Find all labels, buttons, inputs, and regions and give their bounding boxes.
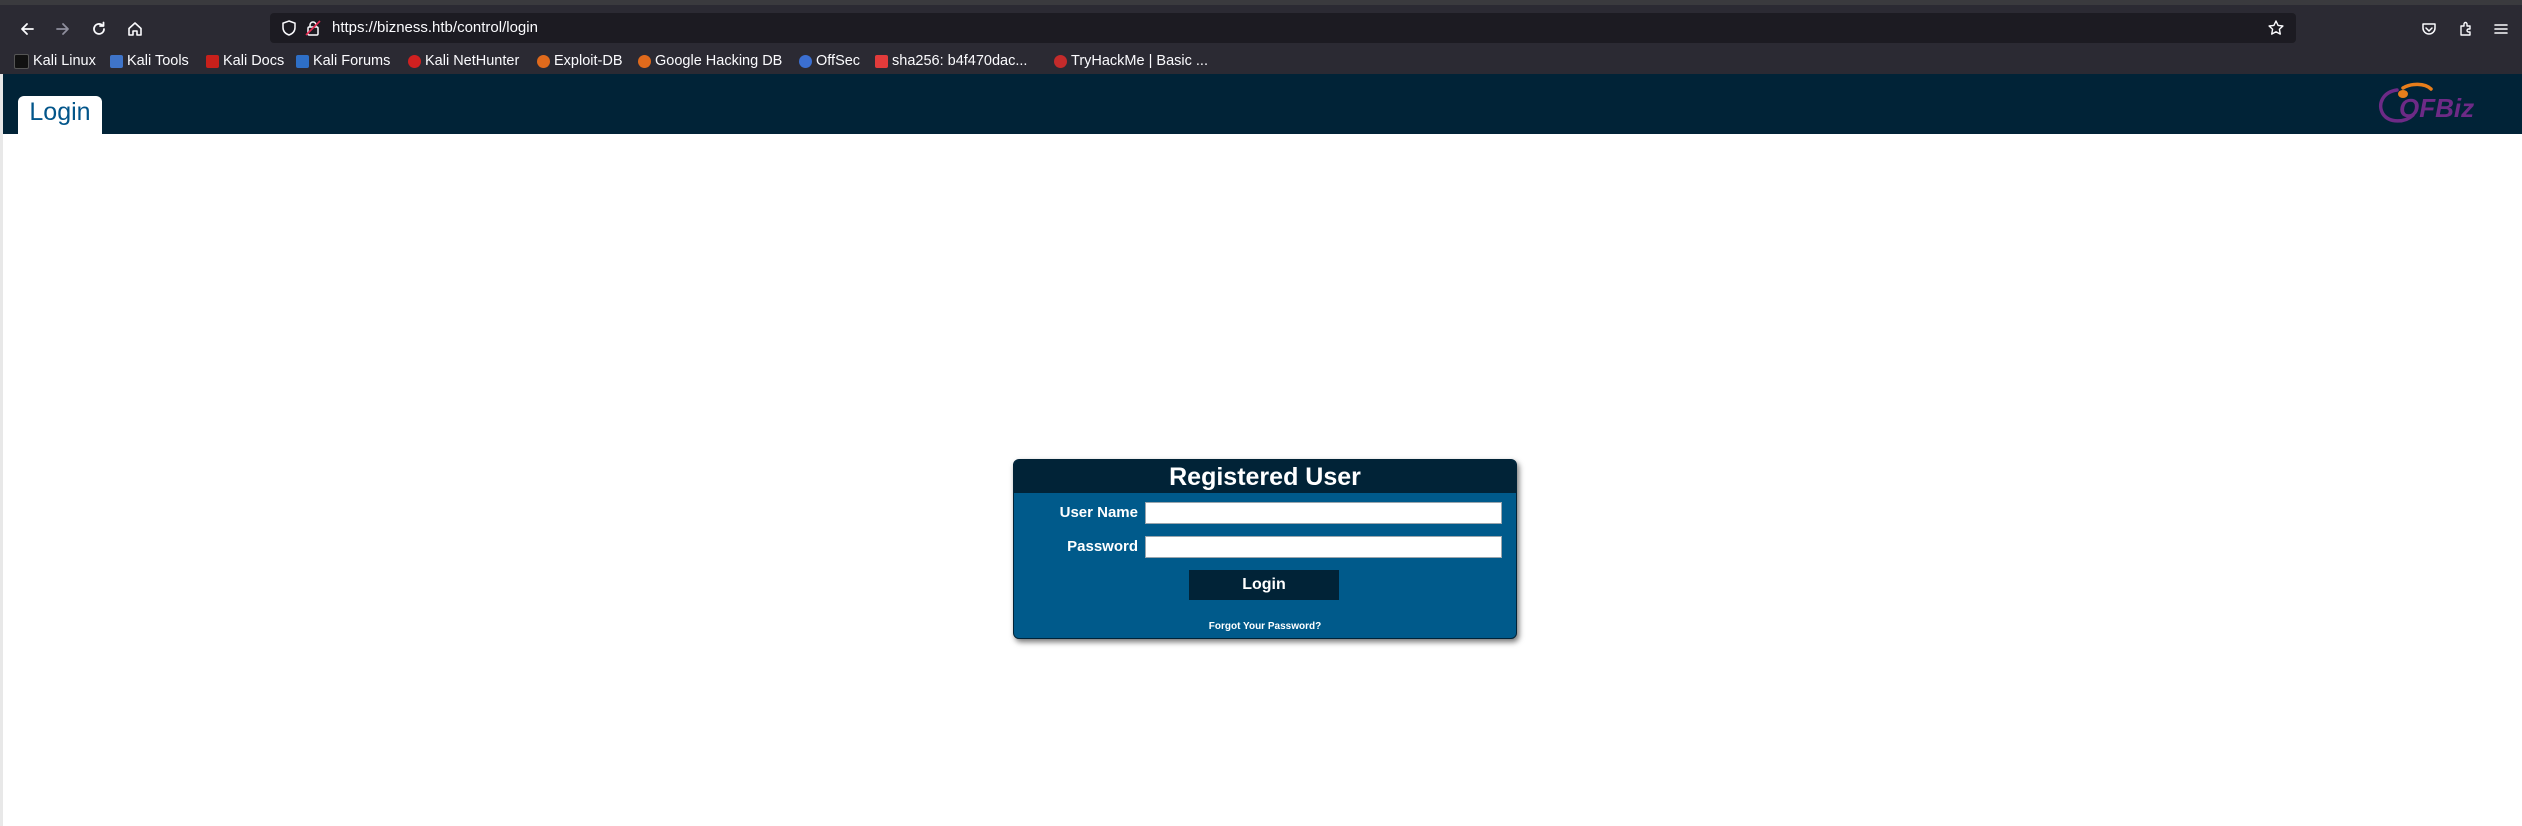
bookmark-kali-linux[interactable]: Kali Linux: [14, 48, 96, 74]
login-title: Registered User: [1169, 463, 1361, 491]
url-bar[interactable]: https://bizness.htb/control/login: [270, 13, 2296, 43]
bookmark-google-hacking-db[interactable]: Google Hacking DB: [638, 48, 782, 74]
bookmark-label: sha256: b4f470dac...: [892, 53, 1028, 69]
password-input[interactable]: [1145, 536, 1502, 558]
tab-login-label: Login: [29, 98, 91, 126]
reload-icon[interactable]: [84, 15, 114, 43]
kali-forums-icon: [296, 54, 309, 68]
nethunter-icon: [408, 54, 421, 68]
exploit-db-icon: [537, 54, 550, 68]
tracking-protection-icon[interactable]: [280, 19, 298, 37]
bookmark-label: Google Hacking DB: [655, 53, 783, 69]
sha256-icon: [875, 54, 888, 68]
forward-arrow-icon[interactable]: [48, 15, 78, 43]
username-label: User Name: [1059, 504, 1138, 521]
ghdb-icon: [638, 54, 651, 68]
bookmark-kali-nethunter[interactable]: Kali NetHunter: [408, 48, 519, 74]
bookmark-label: Kali Tools: [127, 53, 189, 69]
url-text[interactable]: https://bizness.htb/control/login: [332, 13, 538, 43]
bookmark-label: Kali Forums: [313, 53, 391, 69]
back-arrow-icon[interactable]: [12, 15, 42, 43]
login-box: Registered User User Name Password Login…: [1013, 459, 1517, 639]
kali-docs-icon: [206, 54, 219, 68]
bookmark-label: Exploit-DB: [554, 53, 623, 69]
bookmark-sha256[interactable]: sha256: b4f470dac...: [875, 48, 1027, 74]
pocket-icon[interactable]: [2414, 15, 2444, 43]
browser-toolbar: https://bizness.htb/control/login: [0, 5, 2522, 48]
bookmark-star-icon[interactable]: [2267, 19, 2285, 37]
bookmark-label: Kali Docs: [223, 53, 285, 69]
logo-text: OFBiz: [2399, 93, 2474, 123]
bookmark-offsec[interactable]: OffSec: [799, 48, 860, 74]
app-header: Login OFBiz: [3, 74, 2522, 134]
kali-icon: [14, 53, 29, 69]
login-button[interactable]: Login: [1189, 570, 1339, 600]
page-left-edge: [0, 74, 3, 826]
home-icon[interactable]: [120, 15, 150, 43]
forgot-password-link[interactable]: Forgot Your Password?: [1014, 621, 1516, 632]
password-label: Password: [1067, 538, 1138, 555]
bookmark-exploit-db[interactable]: Exploit-DB: [537, 48, 623, 74]
tab-login[interactable]: Login: [18, 96, 102, 134]
bookmark-label: TryHackMe | Basic ...: [1071, 53, 1208, 69]
ofbiz-logo: OFBiz: [2378, 82, 2474, 123]
username-input[interactable]: [1145, 502, 1502, 524]
bookmark-kali-tools[interactable]: Kali Tools: [110, 48, 189, 74]
bookmark-label: OffSec: [816, 53, 861, 69]
bookmark-kali-docs[interactable]: Kali Docs: [206, 48, 284, 74]
kali-tools-icon: [110, 54, 123, 68]
bookmark-kali-forums[interactable]: Kali Forums: [296, 48, 390, 74]
login-box-header: Registered User: [1014, 460, 1516, 493]
lock-icon[interactable]: [304, 19, 322, 37]
menu-icon[interactable]: [2486, 15, 2516, 43]
tryhackme-icon: [1054, 54, 1067, 68]
extensions-icon[interactable]: [2451, 15, 2481, 43]
offsec-icon: [799, 54, 812, 68]
bookmark-tryhackme[interactable]: TryHackMe | Basic ...: [1054, 48, 1208, 74]
bookmark-label: Kali Linux: [33, 53, 96, 69]
bookmark-label: Kali NetHunter: [425, 53, 520, 69]
